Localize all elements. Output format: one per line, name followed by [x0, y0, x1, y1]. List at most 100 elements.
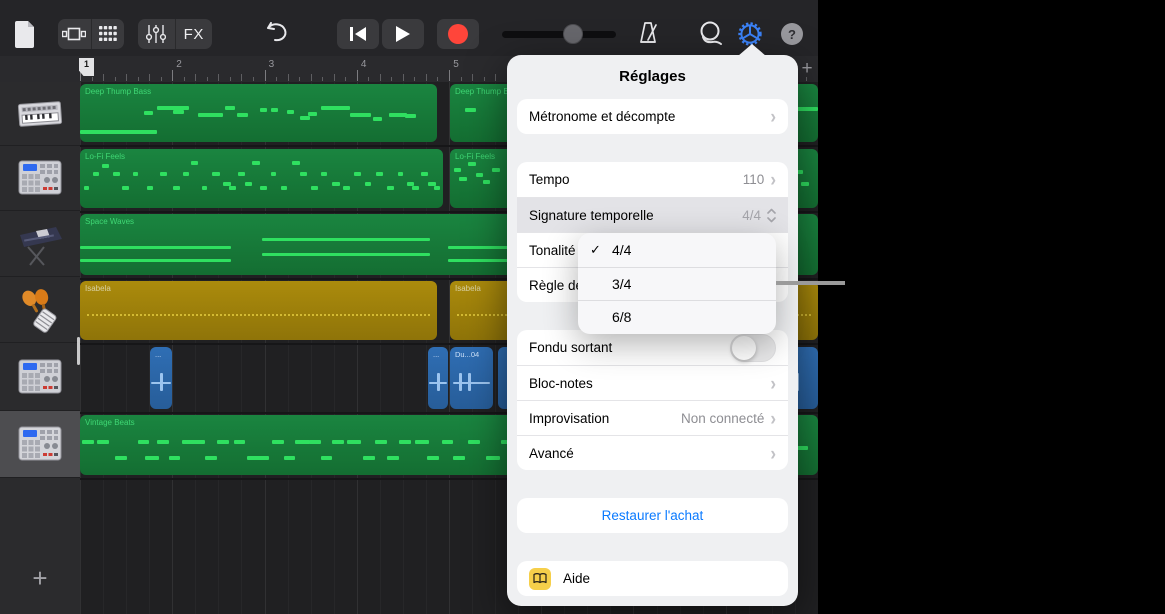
menu-item-4-4[interactable]: ✓ 4/4 [578, 233, 776, 267]
region-audio-recorder[interactable]: Du...04 [450, 347, 493, 409]
volume-slider-knob[interactable] [563, 24, 583, 44]
midi-note [252, 161, 259, 165]
loop-browser-icon[interactable] [697, 21, 723, 46]
ruler-tick [495, 74, 496, 81]
ruler-tick [391, 77, 392, 81]
ruler-tick [265, 70, 266, 81]
midi-note [343, 186, 350, 190]
ruler-tick [345, 77, 346, 81]
bar-number: 5 [453, 59, 459, 70]
ruler-tick [299, 77, 300, 81]
drum-machine-icon [16, 158, 64, 198]
help-row[interactable]: Aide [517, 561, 788, 596]
midi-note [173, 186, 180, 190]
midi-note [399, 440, 411, 444]
ruler-tick [138, 77, 139, 81]
midi-note [300, 116, 311, 120]
midi-note [373, 117, 382, 121]
midi-note [202, 186, 208, 190]
midi-note [465, 108, 476, 112]
track-headers-sidebar: + [0, 82, 80, 614]
track-header-percussion[interactable] [0, 277, 80, 343]
fx-button[interactable]: FX [175, 19, 213, 49]
region-deep-thump-bass[interactable]: Deep Thump Bass [80, 84, 437, 142]
track-header-vintage-beats[interactable] [0, 411, 80, 478]
midi-note [238, 172, 245, 176]
sidebar-scroll-indicator [77, 337, 80, 365]
add-section-button[interactable]: + [797, 57, 817, 81]
ruler-tick [161, 77, 162, 81]
undo-icon[interactable] [263, 22, 289, 44]
ruler-tick [149, 74, 150, 81]
document-browser-icon[interactable] [14, 20, 36, 48]
ruler-tick [115, 77, 116, 81]
fade-out-toggle[interactable] [730, 334, 776, 362]
midi-note [191, 161, 198, 165]
tracks-view-button[interactable] [58, 19, 91, 49]
live-loops-grid-button[interactable] [91, 19, 125, 49]
midi-note [387, 456, 399, 460]
midi-note [245, 182, 252, 186]
garageband-window: FX [0, 0, 818, 614]
shaker-percussion-icon [16, 287, 64, 333]
waveform-spike [160, 373, 163, 391]
ruler-tick [92, 77, 93, 81]
midi-note [321, 172, 327, 176]
ruler-tick [253, 77, 254, 81]
midi-note [468, 162, 475, 166]
master-volume-slider[interactable] [502, 31, 616, 38]
popover-arrow [738, 44, 766, 56]
fade-out-row[interactable]: Fondu sortant [517, 330, 788, 365]
restore-purchase-button[interactable]: Restaurer l'achat [517, 498, 788, 533]
song-options-group: Fondu sortant Bloc-notes › Improvisation… [517, 330, 788, 470]
help-button[interactable]: ? [781, 23, 803, 45]
midi-note [133, 172, 139, 176]
midi-note [160, 172, 167, 176]
time-signature-row[interactable]: Signature temporelle 4/4 [517, 197, 788, 232]
region-audio-recorder[interactable]: ... [150, 347, 172, 409]
midi-note [468, 440, 480, 444]
advanced-row[interactable]: Avancé › [517, 435, 788, 470]
region-label: Deep Thump Bass [85, 87, 151, 96]
midi-note [145, 456, 159, 460]
playhead-marker[interactable]: 1 [79, 58, 94, 76]
midi-note [434, 186, 440, 190]
midi-note [311, 186, 318, 190]
region-lofi-feels[interactable]: Lo-Fi Feels [80, 149, 443, 208]
tempo-row[interactable]: Tempo 110 › [517, 162, 788, 197]
midi-note [292, 161, 299, 165]
midi-note [260, 186, 267, 190]
checkmark-icon: ✓ [590, 242, 612, 258]
record-dot-icon [448, 24, 468, 44]
ruler-tick [426, 74, 427, 81]
documentation-figure: FX [0, 0, 1165, 614]
track-header-audio-recorder[interactable] [0, 343, 80, 411]
menu-item-3-4[interactable]: 3/4 [578, 267, 776, 301]
ruler-tick [472, 74, 473, 81]
region-isabela[interactable]: Isabela [80, 281, 437, 340]
region-audio-recorder[interactable]: ... [428, 347, 448, 409]
midi-note [80, 246, 231, 249]
midi-note [332, 182, 339, 186]
notepad-row[interactable]: Bloc-notes › [517, 365, 788, 400]
mixer-controls-button[interactable] [138, 19, 175, 49]
add-track-button[interactable]: + [26, 564, 54, 592]
metronome-row[interactable]: Métronome et décompte › [517, 99, 788, 134]
midi-note [332, 440, 344, 444]
chevron-right-icon: › [770, 107, 776, 127]
jam-session-row[interactable]: Improvisation Non connecté › [517, 400, 788, 435]
controls-switcher: FX [138, 19, 212, 49]
midi-note [309, 440, 321, 444]
track-header-bass[interactable] [0, 82, 80, 146]
record-button[interactable] [437, 19, 479, 49]
ruler-tick [334, 74, 335, 81]
play-button[interactable] [382, 19, 424, 49]
midi-note [113, 172, 120, 176]
track-header-lofi-drums[interactable] [0, 146, 80, 211]
midi-note [442, 440, 454, 444]
menu-item-6-8[interactable]: 6/8 [578, 300, 776, 334]
rewind-button[interactable] [337, 19, 379, 49]
metronome-icon[interactable] [637, 21, 661, 45]
track-header-synth-keys[interactable] [0, 211, 80, 277]
help-question-icon: ? [788, 27, 796, 42]
